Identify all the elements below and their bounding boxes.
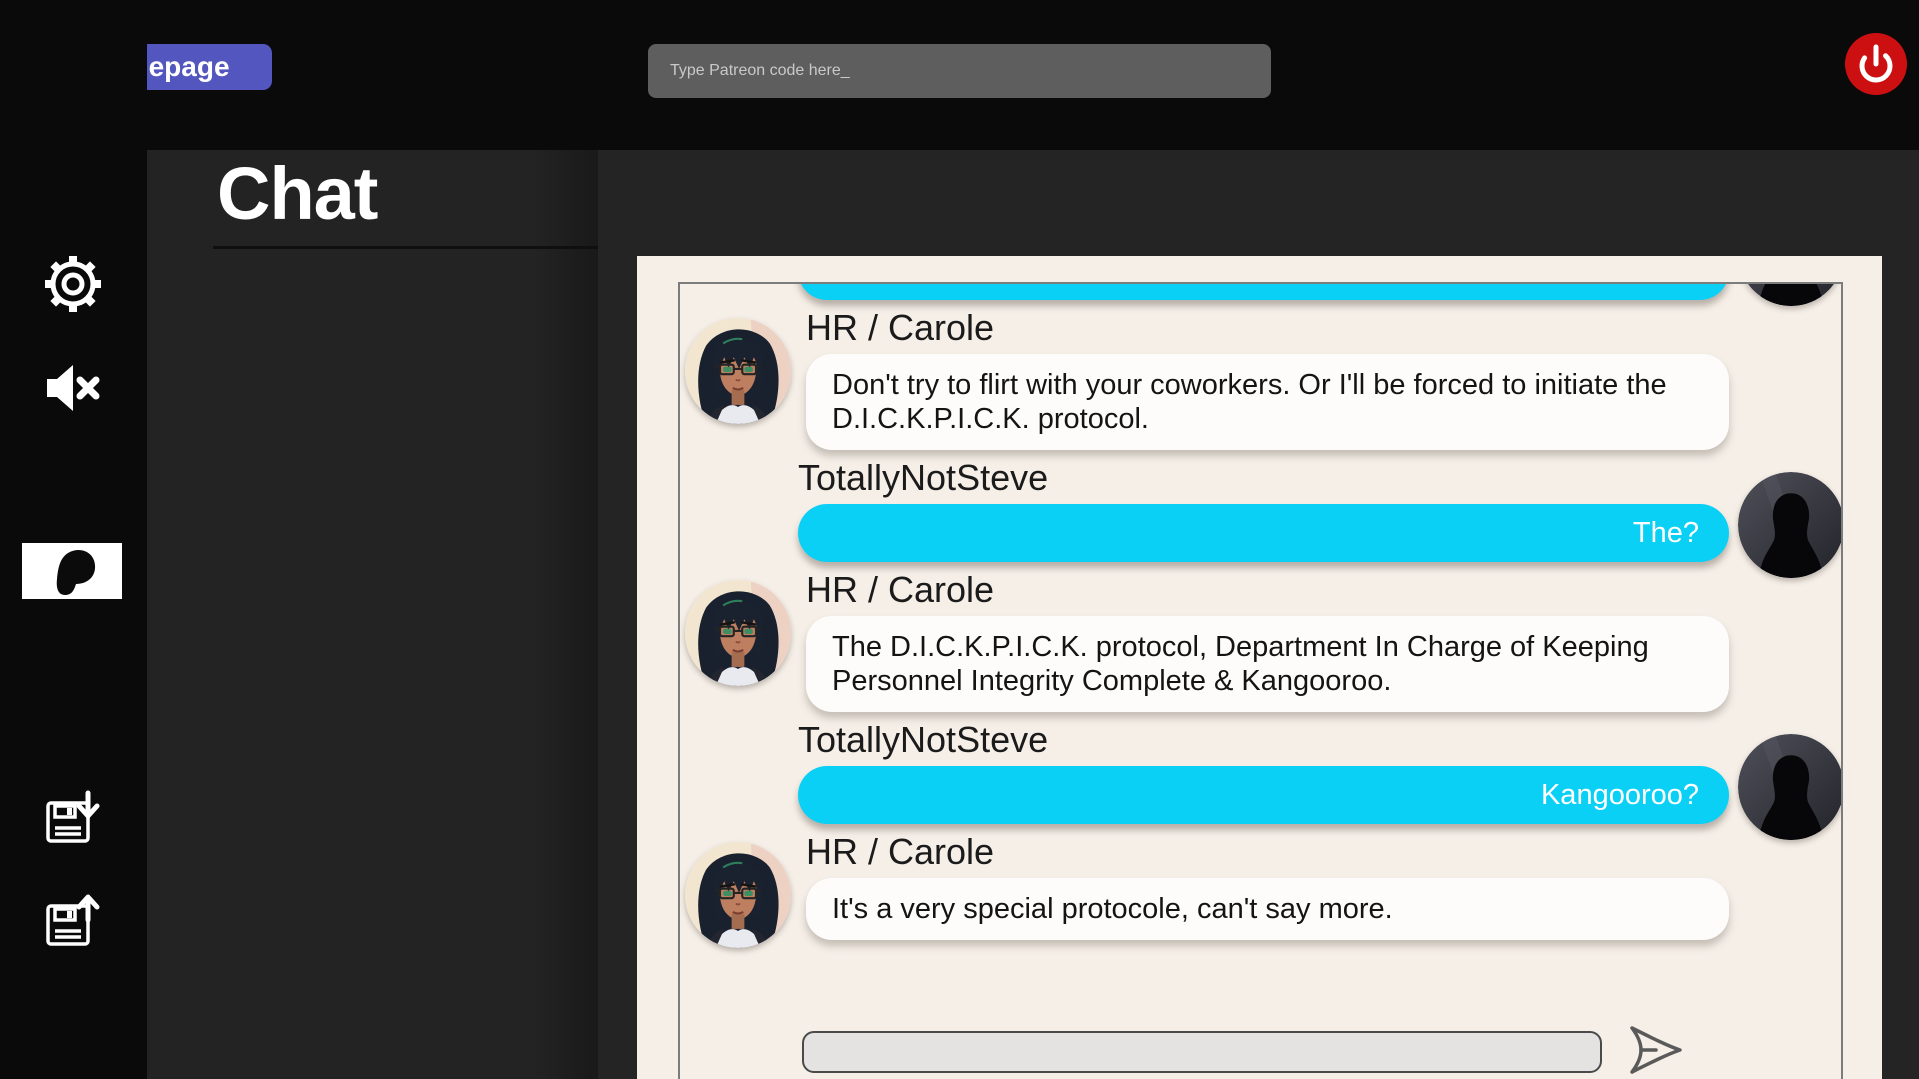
message-author: HR / Carole [806, 308, 1729, 348]
load-disk-up-arrow-icon [41, 893, 105, 957]
chat-message-panel: TotallyNotSteve HR / Carole Don't try to … [678, 282, 1843, 1079]
carole-avatar [685, 842, 791, 948]
settings-button[interactable] [41, 252, 105, 316]
power-icon [1845, 33, 1907, 95]
load-game-button[interactable] [41, 893, 105, 957]
save-game-button[interactable] [41, 790, 105, 854]
message-bubble [798, 282, 1729, 300]
send-button[interactable] [1624, 1022, 1688, 1079]
message-row: TotallyNotSteve The? [680, 458, 1841, 562]
chat-window: TotallyNotSteve HR / Carole Don't try to … [637, 256, 1882, 1079]
message-row: HR / Carole The D.I.C.K.P.I.C.K. protocol… [680, 570, 1841, 712]
steve-avatar [1738, 472, 1843, 578]
power-button[interactable] [1845, 33, 1907, 95]
sidebar [0, 0, 147, 1079]
patreon-icon [22, 543, 122, 599]
message-bubble: The? [798, 504, 1729, 562]
chat-input-row [802, 1022, 1688, 1079]
message-list: TotallyNotSteve HR / Carole Don't try to … [680, 282, 1841, 940]
chat-message-input[interactable] [802, 1031, 1602, 1073]
save-disk-down-arrow-icon [41, 790, 105, 854]
message-bubble: Don't try to flirt with your coworkers. … [806, 354, 1729, 450]
message-author: TotallyNotSteve [798, 720, 1729, 760]
message-author: TotallyNotSteve [798, 458, 1729, 498]
message-bubble: The D.I.C.K.P.I.C.K. protocol, Departmen… [806, 616, 1729, 712]
message-row: HR / Carole It's a very special protocole… [680, 832, 1841, 940]
paper-plane-icon [1624, 1022, 1688, 1078]
steve-avatar [1738, 282, 1843, 306]
message-author: HR / Carole [806, 832, 1729, 872]
message-row: TotallyNotSteve [680, 282, 1841, 300]
steve-avatar [1738, 734, 1843, 840]
carole-avatar [685, 580, 791, 686]
patreon-button[interactable] [22, 543, 122, 599]
message-row: TotallyNotSteve Kangooroo? [680, 720, 1841, 824]
chat-nav-panel: Chat [147, 150, 598, 1079]
message-bubble: Kangooroo? [798, 766, 1729, 824]
mute-button[interactable] [41, 355, 105, 419]
speaker-muted-icon [41, 355, 105, 419]
app-window: homepage [0, 0, 1919, 1079]
patreon-code-input[interactable] [648, 44, 1271, 98]
message-author: HR / Carole [806, 570, 1729, 610]
message-bubble: It's a very special protocole, can't say… [806, 878, 1729, 940]
page-title: Chat [213, 154, 598, 249]
carole-avatar [685, 318, 791, 424]
message-row: HR / Carole Don't try to flirt with your … [680, 308, 1841, 450]
gear-icon [41, 252, 105, 316]
